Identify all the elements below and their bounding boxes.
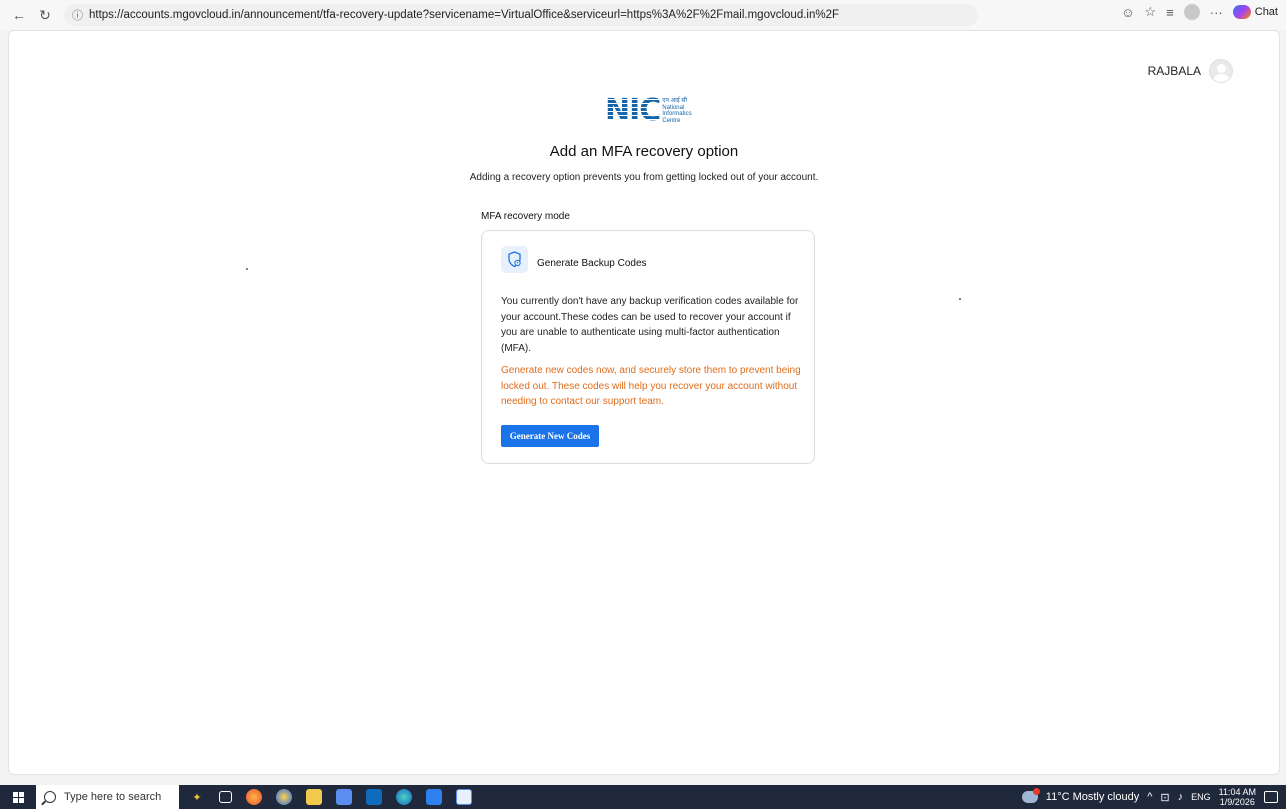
chat-label: Chat <box>1254 6 1278 18</box>
page-title: Add an MFA recovery option <box>549 143 739 160</box>
more-options-icon[interactable]: ··· <box>1210 5 1223 20</box>
start-button[interactable] <box>0 785 36 809</box>
outlook-icon[interactable] <box>366 789 382 805</box>
site-info-icon[interactable]: ⓘ <box>72 7 83 23</box>
user-menu[interactable]: RAJBALA <box>1148 59 1233 83</box>
file-explorer-icon[interactable] <box>306 789 322 805</box>
clock[interactable]: 11:04 AM 1/9/2026 <box>1219 787 1256 807</box>
browser-actions: ☺ ☆ ≡ ··· Chat <box>1121 4 1278 20</box>
clock-time: 11:04 AM <box>1218 787 1256 797</box>
logo-line-hindi: एन आई सी <box>662 98 687 104</box>
logo-line-national: National <box>662 104 685 111</box>
refresh-icon[interactable]: ↻ <box>34 4 56 26</box>
search-icon <box>44 791 56 803</box>
card-warning: Generate new codes now, and securely sto… <box>501 365 801 407</box>
browser-toolbar: ← ↻ ⓘ https://accounts.mgovcloud.in/anno… <box>0 0 1286 30</box>
page-content: RAJBALA NIC एन आई सी National Informatic… <box>8 30 1280 775</box>
copilot-icon <box>1232 5 1251 19</box>
user-name: RAJBALA <box>1147 64 1201 78</box>
address-bar[interactable]: ⓘ https://accounts.mgovcloud.in/announce… <box>64 4 978 26</box>
page-subtitle: Adding a recovery option prevents you fr… <box>469 172 819 183</box>
weather-text[interactable]: 11°C Mostly cloudy <box>1046 791 1139 803</box>
chrome-icon[interactable] <box>276 789 292 805</box>
logo-text: एन आई सी National Informatics Centre <box>662 98 691 124</box>
shield-lock-icon <box>501 246 528 273</box>
system-tray: 11°C Mostly cloudy ^ ⊡ ♪ ENG 11:04 AM 1/… <box>1021 785 1286 809</box>
stray-dot <box>959 298 961 300</box>
taskbar-apps: ✦ <box>189 789 472 805</box>
edge-icon[interactable] <box>396 789 412 805</box>
notification-icon[interactable] <box>1264 791 1278 803</box>
copilot-chat-button[interactable]: Chat <box>1232 5 1278 19</box>
logo-line-centre: Centre <box>662 117 681 124</box>
card-title: Generate Backup Codes <box>537 258 647 269</box>
search-placeholder: Type here to search <box>64 791 162 803</box>
whiteboard-icon[interactable] <box>426 789 442 805</box>
backup-codes-card: Generate Backup Codes You currently don'… <box>481 230 815 464</box>
taskbar: Type here to search ✦ 11°C Mostly cloudy… <box>0 785 1286 809</box>
url-text: https://accounts.mgovcloud.in/announceme… <box>89 9 840 21</box>
card-description: You currently don't have any backup veri… <box>501 296 799 354</box>
stray-dot <box>246 268 248 270</box>
profile-icon[interactable] <box>1183 4 1200 20</box>
back-icon[interactable]: ← <box>8 4 30 26</box>
volume-icon[interactable]: ♪ <box>1178 791 1184 803</box>
nic-logo: NIC एन आई सी National Informatics Centre <box>605 95 697 127</box>
clock-date: 1/9/2026 <box>1219 797 1255 807</box>
task-view-icon[interactable] <box>219 791 232 803</box>
favorite-star-icon[interactable]: ☆ <box>1145 4 1157 20</box>
tracking-prevention-icon[interactable]: ☺ <box>1121 5 1134 20</box>
tray-expand-icon[interactable]: ^ <box>1147 791 1152 803</box>
language-indicator[interactable]: ENG <box>1191 792 1211 802</box>
section-label: MFA recovery mode <box>481 211 570 222</box>
favorites-list-icon[interactable]: ≡ <box>1166 5 1174 20</box>
copilot-sparkle-icon[interactable]: ✦ <box>189 789 205 805</box>
store-icon[interactable] <box>336 789 352 805</box>
logo-line-informatics: Informatics <box>662 111 692 117</box>
document-icon[interactable] <box>456 789 472 805</box>
network-icon[interactable]: ⊡ <box>1160 791 1169 804</box>
weather-icon[interactable] <box>1021 788 1040 803</box>
avatar[interactable] <box>1209 59 1233 83</box>
windows-icon <box>12 791 24 803</box>
taskbar-search[interactable]: Type here to search <box>36 785 179 809</box>
logo-mark: NIC <box>605 93 661 128</box>
generate-new-codes-button[interactable]: Generate New Codes <box>501 425 599 447</box>
firefox-icon[interactable] <box>246 789 262 805</box>
